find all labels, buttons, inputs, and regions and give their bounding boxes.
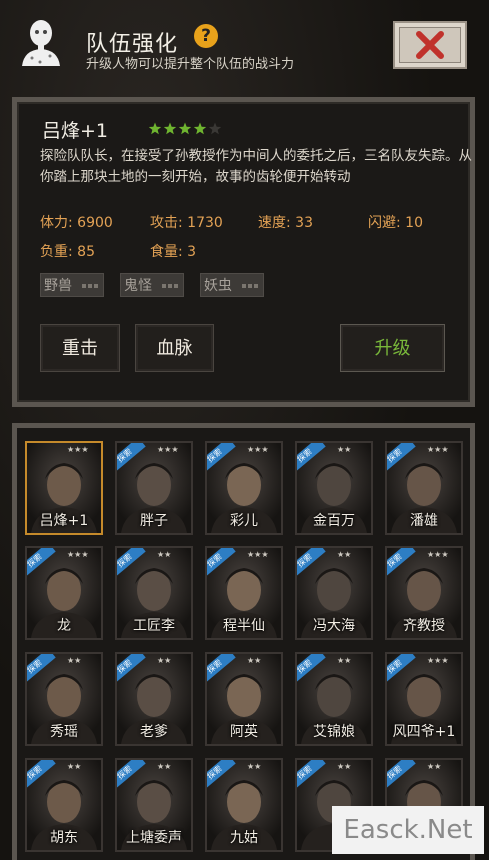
- character-stars: ★★: [67, 656, 82, 665]
- star-filled-icon: [178, 122, 192, 135]
- trait-tag: 鬼怪: [120, 273, 184, 297]
- character-card[interactable]: 探索 ★★ 冯大海: [295, 546, 373, 640]
- stat-hp: 体力: 6900: [40, 215, 113, 231]
- stat-load: 负重: 85: [40, 244, 95, 260]
- stat-attack: 攻击: 1730: [150, 215, 223, 231]
- character-stars: ★★: [337, 550, 352, 559]
- character-card-name: 程半仙: [223, 618, 265, 634]
- character-stars: ★★★: [247, 445, 269, 454]
- character-stars: ★★: [337, 445, 352, 454]
- trait-tag-label: 野兽: [44, 278, 72, 294]
- trait-tag: 野兽: [40, 273, 104, 297]
- trait-tag: 妖虫: [200, 273, 264, 297]
- stat-speed: 速度: 33: [258, 215, 313, 231]
- close-button[interactable]: [393, 21, 467, 69]
- character-card[interactable]: ★★★ 吕烽+1: [25, 441, 103, 535]
- star-filled-icon: [148, 122, 162, 135]
- upgrade-button[interactable]: 升级: [340, 324, 445, 372]
- character-card[interactable]: 探索 ★★ 胡东: [25, 758, 103, 852]
- character-stars: ★★: [337, 762, 352, 771]
- stat-dodge: 闪避: 10: [368, 215, 423, 231]
- star-filled-icon: [163, 122, 177, 135]
- page-subtitle: 升级人物可以提升整个队伍的战斗力: [86, 57, 295, 72]
- character-stars: ★★: [67, 762, 82, 771]
- character-card[interactable]: 探索 ★★★ 风四爷+1: [385, 652, 463, 746]
- character-card-name: 艾锦娘: [313, 724, 355, 740]
- team-avatar-icon: [20, 18, 62, 66]
- character-card-name: 秀瑶: [50, 724, 78, 740]
- character-stars: ★★★: [247, 550, 269, 559]
- star-empty-icon: [208, 122, 222, 135]
- character-stars: ★★: [157, 550, 172, 559]
- trait-tag-dots: [242, 284, 260, 288]
- skill-button-heavy-strike[interactable]: 重击: [40, 324, 120, 372]
- character-card[interactable]: 探索 ★★ 艾锦娘: [295, 652, 373, 746]
- character-card-name: 胖子: [140, 513, 168, 529]
- character-stars: ★★: [157, 762, 172, 771]
- trait-tag-label: 鬼怪: [124, 278, 152, 294]
- character-card[interactable]: 探索 ★★★ 胖子: [115, 441, 193, 535]
- character-card[interactable]: 探索 ★★★ 潘雄: [385, 441, 463, 535]
- character-card-name: 风四爷+1: [392, 724, 456, 740]
- character-card-name: 上塘委声: [126, 830, 182, 846]
- trait-tag-dots: [162, 284, 180, 288]
- character-card-name: 老爹: [140, 724, 168, 740]
- character-card-name: 九姑: [230, 830, 258, 846]
- character-stars: ★★: [247, 656, 262, 665]
- character-card-name: 阿英: [230, 724, 258, 740]
- character-stars: ★★: [157, 656, 172, 665]
- question-icon[interactable]: ?: [194, 24, 218, 48]
- character-stars: ★★★: [427, 656, 449, 665]
- character-card-name: 齐教授: [403, 618, 445, 634]
- character-card[interactable]: 探索 ★★ 阿英: [205, 652, 283, 746]
- character-card-name: 金百万: [313, 513, 355, 529]
- character-stars: ★★: [427, 762, 442, 771]
- character-name: 吕烽+1: [42, 120, 109, 142]
- character-card-name: 胡东: [50, 830, 78, 846]
- character-stars: ★★: [337, 656, 352, 665]
- character-card[interactable]: 探索 ★★★ 程半仙: [205, 546, 283, 640]
- character-description: 探险队队长，在接受了孙教授作为中间人的委托之后，三名队友失踪。从你踏上那块土地的…: [40, 148, 472, 185]
- trait-tag-label: 妖虫: [204, 278, 232, 294]
- character-card[interactable]: 探索 ★★★ 龙: [25, 546, 103, 640]
- character-star-rating: [148, 122, 222, 135]
- character-stars: ★★★: [67, 445, 89, 454]
- character-card[interactable]: 探索 ★★ 金百万: [295, 441, 373, 535]
- character-card[interactable]: 探索 ★★★ 彩儿: [205, 441, 283, 535]
- character-card[interactable]: 探索 ★★ 秀瑶: [25, 652, 103, 746]
- character-card[interactable]: 探索 ★★ 老爹: [115, 652, 193, 746]
- character-stars: ★★★: [427, 550, 449, 559]
- trait-tag-dots: [82, 284, 100, 288]
- star-filled-icon: [193, 122, 207, 135]
- character-card[interactable]: 探索 ★★ 九姑: [205, 758, 283, 852]
- character-card[interactable]: 探索 ★★ 上塘委声: [115, 758, 193, 852]
- character-stars: ★★★: [157, 445, 179, 454]
- character-stars: ★★★: [427, 445, 449, 454]
- character-stars: ★★: [247, 762, 262, 771]
- character-card[interactable]: 探索 ★★★ 齐教授: [385, 546, 463, 640]
- character-card-name: 龙: [57, 618, 71, 634]
- skill-button-bloodline[interactable]: 血脉: [135, 324, 214, 372]
- character-card-name: 潘雄: [410, 513, 438, 529]
- character-card-name: 吕烽+1: [39, 513, 89, 529]
- close-icon: [416, 31, 444, 59]
- watermark: Easck.Net: [332, 806, 484, 854]
- character-card[interactable]: 探索 ★★ 工匠李: [115, 546, 193, 640]
- character-card-name: 冯大海: [313, 618, 355, 634]
- stat-food: 食量: 3: [150, 244, 197, 260]
- character-card-name: 工匠李: [133, 618, 175, 634]
- character-stars: ★★★: [67, 550, 89, 559]
- character-card-name: 彩儿: [230, 513, 258, 529]
